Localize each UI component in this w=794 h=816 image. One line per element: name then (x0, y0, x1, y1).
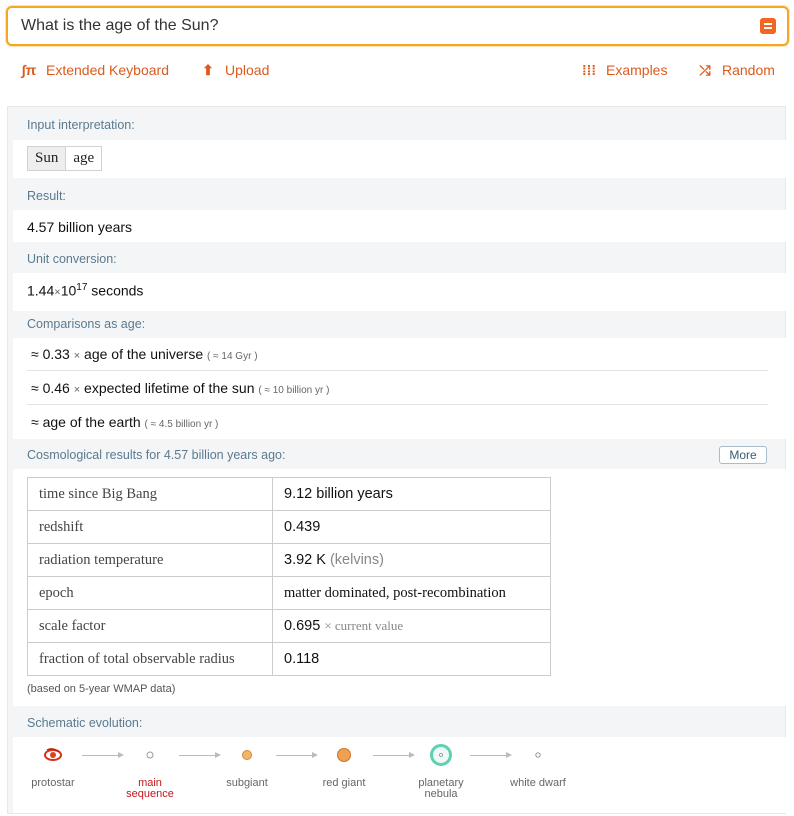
stage-subgiant: subgiant (202, 742, 292, 789)
comparison-note: ( ≈ 10 billion yr ) (258, 385, 330, 396)
cell-value-text: 0.439 (284, 519, 321, 535)
interpretation-header: Input interpretation: (27, 118, 135, 132)
cell-value-text: 0.695 (284, 618, 321, 634)
stage-label: main sequence (126, 777, 174, 800)
examples-label: Examples (606, 62, 668, 78)
comparisons-header: Comparisons as age: (27, 317, 146, 331)
cosmological-header: Cosmological results for 4.57 billion ye… (27, 448, 286, 462)
interpretation-entity: Sun (28, 147, 67, 170)
protostar-icon (44, 748, 62, 761)
table-cell-label: epoch (27, 576, 273, 610)
cell-unit-text: (kelvins) (329, 552, 384, 568)
comparison-factor: ≈ 0.33 (31, 346, 70, 362)
conversion-base: 10 (60, 282, 77, 299)
table-cell-value: 9.12 billion years (272, 477, 551, 511)
result-header: Result: (27, 189, 66, 203)
unit-conversion-header: Unit conversion: (27, 252, 117, 266)
upload-icon: ⬆ (202, 61, 214, 78)
table-row: radiation temperature 3.92 K (kelvins) (27, 543, 551, 577)
search-input[interactable]: What is the age of the Sun? (21, 17, 218, 35)
table-cell-value: 3.92 K (kelvins) (272, 543, 551, 577)
grid-dots-icon: ⁞⁞⁞ (582, 62, 596, 78)
evolution-header: Schematic evolution: (27, 716, 143, 730)
comparison-text: expected lifetime of the sun (84, 380, 255, 396)
upload-button[interactable]: ⬆ Upload (200, 60, 269, 80)
table-row: epoch matter dominated, post-recombinati… (27, 576, 551, 610)
random-label: Random (722, 62, 775, 78)
extended-keyboard-label: Extended Keyboard (46, 62, 169, 78)
unit-conversion-value: 1.44×1017 seconds (27, 282, 143, 299)
planetary-nebula-icon (430, 744, 452, 766)
red-giant-star-icon (337, 748, 351, 762)
comparison-factor: ≈ (31, 414, 39, 430)
stage-label: subgiant (226, 777, 268, 789)
table-row: scale factor 0.695 × current value (27, 609, 551, 643)
comparison-note: ( ≈ 14 Gyr ) (207, 351, 258, 362)
table-cell-value: 0.439 (272, 510, 551, 544)
main-sequence-star-icon (146, 751, 154, 759)
comparison-text: age of the universe (84, 346, 204, 362)
table-cell-label: redshift (27, 510, 273, 544)
cell-value-text: 3.92 K (284, 552, 326, 568)
stage-label: planetary nebula (418, 777, 464, 800)
table-cell-value: matter dominated, post-recombination (272, 576, 551, 610)
table-cell-value: 0.118 (272, 642, 551, 676)
stage-label: protostar (31, 777, 75, 789)
shuffle-icon: ⤮ (699, 61, 711, 78)
stage-label: white dwarf (510, 777, 566, 789)
compute-equals-icon[interactable] (760, 18, 776, 34)
table-row: fraction of total observable radius 0.11… (27, 642, 551, 676)
white-dwarf-icon (535, 752, 541, 758)
table-row: redshift 0.439 (27, 510, 551, 544)
table-row: time since Big Bang 9.12 billion years (27, 477, 551, 511)
random-button[interactable]: ⤮ Random (697, 60, 775, 80)
stage-planetary-nebula: planetary nebula (396, 742, 486, 800)
stage-red-giant: red giant (299, 742, 389, 789)
subgiant-star-icon (242, 750, 252, 760)
extended-keyboard-button[interactable]: ∫π Extended Keyboard (21, 60, 169, 80)
interpretation-property: age (73, 150, 95, 166)
interpretation-pod (13, 140, 786, 178)
comparison-times: × (73, 384, 81, 396)
cosmological-table: time since Big Bang 9.12 billion years r… (27, 477, 551, 676)
divider (27, 370, 768, 371)
conversion-unit: seconds (91, 282, 144, 299)
conversion-mantissa: 1.44 (27, 282, 55, 299)
comparison-times: × (73, 350, 81, 362)
interpretation-box: Sun age (27, 146, 103, 171)
table-cell-label: scale factor (27, 609, 273, 643)
cell-value-text: matter dominated, post-recombination (284, 584, 506, 601)
search-bar[interactable]: What is the age of the Sun? (6, 6, 789, 46)
comparison-note: ( ≈ 4.5 billion yr ) (144, 419, 219, 430)
stage-label: red giant (322, 777, 366, 789)
cell-value-text: 0.118 (284, 651, 320, 667)
result-value: 4.57 billion years (27, 219, 133, 235)
wmap-note: (based on 5-year WMAP data) (27, 683, 176, 695)
comparison-row: ≈ age of the earth ( ≈ 4.5 billion yr ) (31, 414, 218, 430)
conversion-exponent: 17 (76, 282, 88, 293)
keyboard-symbols-icon: ∫π (21, 62, 37, 78)
comparison-row: ≈ 0.46 × expected lifetime of the sun ( … (31, 380, 329, 396)
table-cell-value: 0.695 × current value (272, 609, 551, 643)
comparison-factor: ≈ 0.46 (31, 380, 70, 396)
stage-white-dwarf: white dwarf (493, 742, 583, 789)
table-cell-label: fraction of total observable radius (27, 642, 273, 676)
stage-main-sequence: main sequence (105, 742, 195, 800)
divider (27, 404, 768, 405)
stage-protostar: protostar (8, 742, 98, 789)
examples-button[interactable]: ⁞⁞⁞ Examples (581, 60, 667, 80)
table-cell-label: time since Big Bang (27, 477, 273, 511)
cell-value-text: 9.12 billion years (284, 486, 393, 502)
more-button[interactable]: More (719, 446, 767, 464)
table-cell-label: radiation temperature (27, 543, 273, 577)
comparison-text: age of the earth (42, 414, 141, 430)
upload-label: Upload (225, 62, 270, 78)
comparison-row: ≈ 0.33 × age of the universe ( ≈ 14 Gyr … (31, 346, 258, 362)
cell-unit-text: × current value (324, 618, 404, 633)
